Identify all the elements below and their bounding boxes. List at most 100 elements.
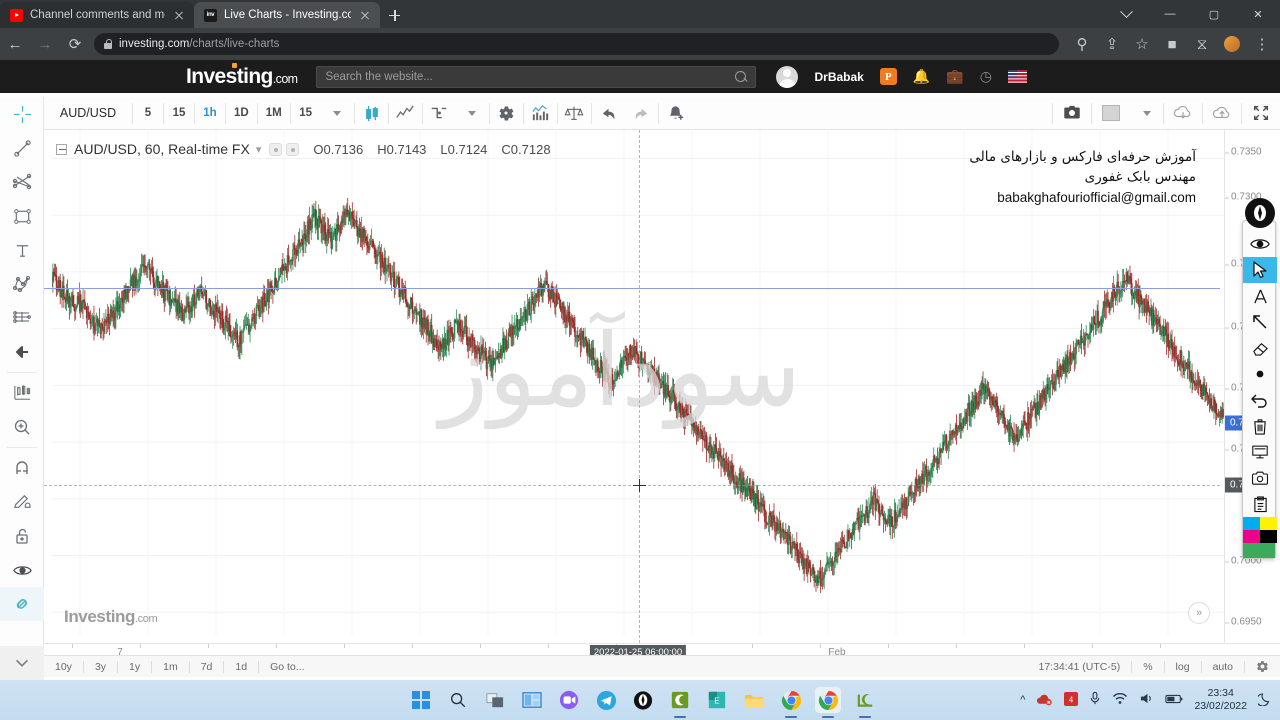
technical-indicators-icon[interactable] xyxy=(524,97,557,130)
fib-retracement-tool[interactable] xyxy=(0,301,44,335)
cloud-sync-icon[interactable] xyxy=(1036,692,1053,709)
site-search-box[interactable] xyxy=(316,65,757,88)
dot-brush-size[interactable] xyxy=(1243,361,1277,387)
hide-drawings-tool[interactable] xyxy=(0,553,44,587)
lock-drawings-tool[interactable] xyxy=(0,519,44,553)
whiteboard-tool[interactable] xyxy=(1243,439,1277,465)
arrow-tool[interactable] xyxy=(1243,309,1277,335)
range-7d[interactable]: 7d xyxy=(190,656,224,678)
camera-snapshot-icon[interactable] xyxy=(1053,97,1091,130)
range-1d[interactable]: 1d xyxy=(224,656,258,678)
timeframe-1m[interactable]: 1M xyxy=(258,97,290,130)
chrome-icon[interactable] xyxy=(815,687,841,718)
swatch-black[interactable] xyxy=(1260,530,1277,543)
swatch-cyan[interactable] xyxy=(1243,517,1260,530)
profile-avatar[interactable] xyxy=(1217,28,1247,60)
log-scale-toggle[interactable]: log xyxy=(1165,656,1201,678)
epicpen-icon[interactable] xyxy=(630,687,656,713)
bell-icon[interactable]: 🔔 xyxy=(913,68,930,85)
timeframe-1d[interactable]: 1D xyxy=(226,97,257,130)
pitchfork-tool[interactable] xyxy=(0,165,44,199)
microphone-icon[interactable] xyxy=(1089,691,1101,709)
candlestick-chart-type-icon[interactable] xyxy=(355,97,388,130)
crosshair-tool[interactable] xyxy=(0,97,44,131)
percent-scale-toggle[interactable]: % xyxy=(1132,656,1163,678)
search-input[interactable] xyxy=(325,70,736,83)
auto-scale-toggle[interactable]: auto xyxy=(1202,656,1244,678)
text-tool[interactable] xyxy=(0,233,44,267)
volume-icon[interactable] xyxy=(1139,692,1154,708)
chrome-menu-icon[interactable]: ⋮ xyxy=(1247,28,1277,60)
go-to-button[interactable]: Go to... xyxy=(259,656,315,678)
extensions-icon[interactable]: ⧖ xyxy=(1187,28,1217,60)
clock-icon[interactable]: ◷ xyxy=(980,68,992,85)
load-chart-cloud-icon[interactable] xyxy=(1164,97,1202,130)
maximize-button[interactable]: ▢ xyxy=(1192,0,1236,28)
undo-tool[interactable] xyxy=(1243,387,1277,413)
taskbar-clock[interactable]: 23:34 23/02/2022 xyxy=(1194,687,1247,713)
undo-icon[interactable] xyxy=(592,97,625,130)
folder-icon[interactable] xyxy=(741,687,767,713)
range-1y[interactable]: 1y xyxy=(118,656,151,678)
rectangle-tool[interactable] xyxy=(0,199,44,233)
camtasia-icon[interactable] xyxy=(667,687,693,718)
sync-drawings-tool[interactable] xyxy=(0,587,44,621)
compare-icon[interactable] xyxy=(558,97,591,130)
share-icon[interactable]: ⇪ xyxy=(1097,28,1127,60)
indicators-icon[interactable] xyxy=(423,97,456,130)
visibility-toggle[interactable] xyxy=(1243,231,1277,257)
chart-settings-gear-icon[interactable] xyxy=(490,97,523,130)
screenshot-tool[interactable] xyxy=(1243,465,1277,491)
battery-icon[interactable] xyxy=(1165,693,1183,708)
redo-icon[interactable] xyxy=(625,97,658,130)
adobe-icon[interactable]: 4 xyxy=(1064,691,1079,709)
investing-logo[interactable]: Investing.com xyxy=(186,62,298,89)
text-tool[interactable] xyxy=(1243,283,1277,309)
range-3y[interactable]: 3y xyxy=(84,656,117,678)
start-button[interactable] xyxy=(408,687,434,713)
minimize-button[interactable]: — xyxy=(1148,0,1192,28)
search-icon[interactable] xyxy=(445,687,471,713)
indicators-dropdown-icon[interactable] xyxy=(456,97,489,130)
browser-tab-youtube[interactable]: Channel comments and mention xyxy=(0,2,194,28)
clear-all-trash[interactable] xyxy=(1243,413,1277,439)
close-icon[interactable] xyxy=(358,8,372,22)
trend-line-tool[interactable] xyxy=(0,131,44,165)
gear-icon[interactable] xyxy=(1245,656,1280,678)
timeframe-1h[interactable]: 1h xyxy=(195,97,225,130)
elliott-wave-tool[interactable] xyxy=(0,267,44,301)
browser-tab-investing[interactable]: inv Live Charts - Investing.com xyxy=(194,2,380,28)
timeframe-15[interactable]: 15 xyxy=(164,97,194,130)
forward-arrow-icon[interactable]: → xyxy=(30,28,60,60)
hide-series-icon[interactable] xyxy=(269,142,283,156)
range-10y[interactable]: 10y xyxy=(44,656,83,678)
measure-tool[interactable] xyxy=(0,376,44,410)
series-settings-icon[interactable] xyxy=(286,142,300,156)
fullscreen-icon[interactable] xyxy=(1242,97,1280,130)
eset-icon[interactable]: E xyxy=(704,687,730,713)
tab-search-icon[interactable] xyxy=(1104,0,1148,28)
expand-panel-button[interactable]: » xyxy=(1188,602,1210,624)
tray-overflow-icon[interactable]: ^ xyxy=(1020,694,1025,706)
epicpen-badge-icon[interactable]: P xyxy=(879,68,897,85)
address-bar[interactable]: investing.com/charts/live-charts xyxy=(94,33,1059,55)
symbol-selector[interactable]: AUD/USD xyxy=(44,97,132,130)
task-view-icon[interactable] xyxy=(482,687,508,713)
portfolio-icon[interactable]: 💼 xyxy=(946,68,963,85)
new-tab-button[interactable] xyxy=(380,2,408,28)
search-icon[interactable] xyxy=(735,70,747,83)
close-icon[interactable] xyxy=(172,8,186,22)
color-swatch[interactable] xyxy=(1092,97,1130,130)
back-arrow-icon[interactable]: ← xyxy=(0,28,30,60)
epicpen-logo[interactable] xyxy=(1245,198,1275,228)
cursor-select-tool[interactable] xyxy=(1243,257,1277,283)
camtasia-editor-icon[interactable] xyxy=(852,687,878,718)
username-label[interactable]: DrBabak xyxy=(814,70,863,84)
moon-icon[interactable] xyxy=(1256,692,1272,709)
minus-box-icon[interactable] xyxy=(56,143,67,155)
widgets-icon[interactable] xyxy=(519,687,545,713)
swatch-magenta[interactable] xyxy=(1243,530,1260,543)
telegram-icon[interactable] xyxy=(593,687,619,713)
chrome-icon[interactable] xyxy=(778,687,804,718)
close-button[interactable]: ✕ xyxy=(1236,0,1280,28)
